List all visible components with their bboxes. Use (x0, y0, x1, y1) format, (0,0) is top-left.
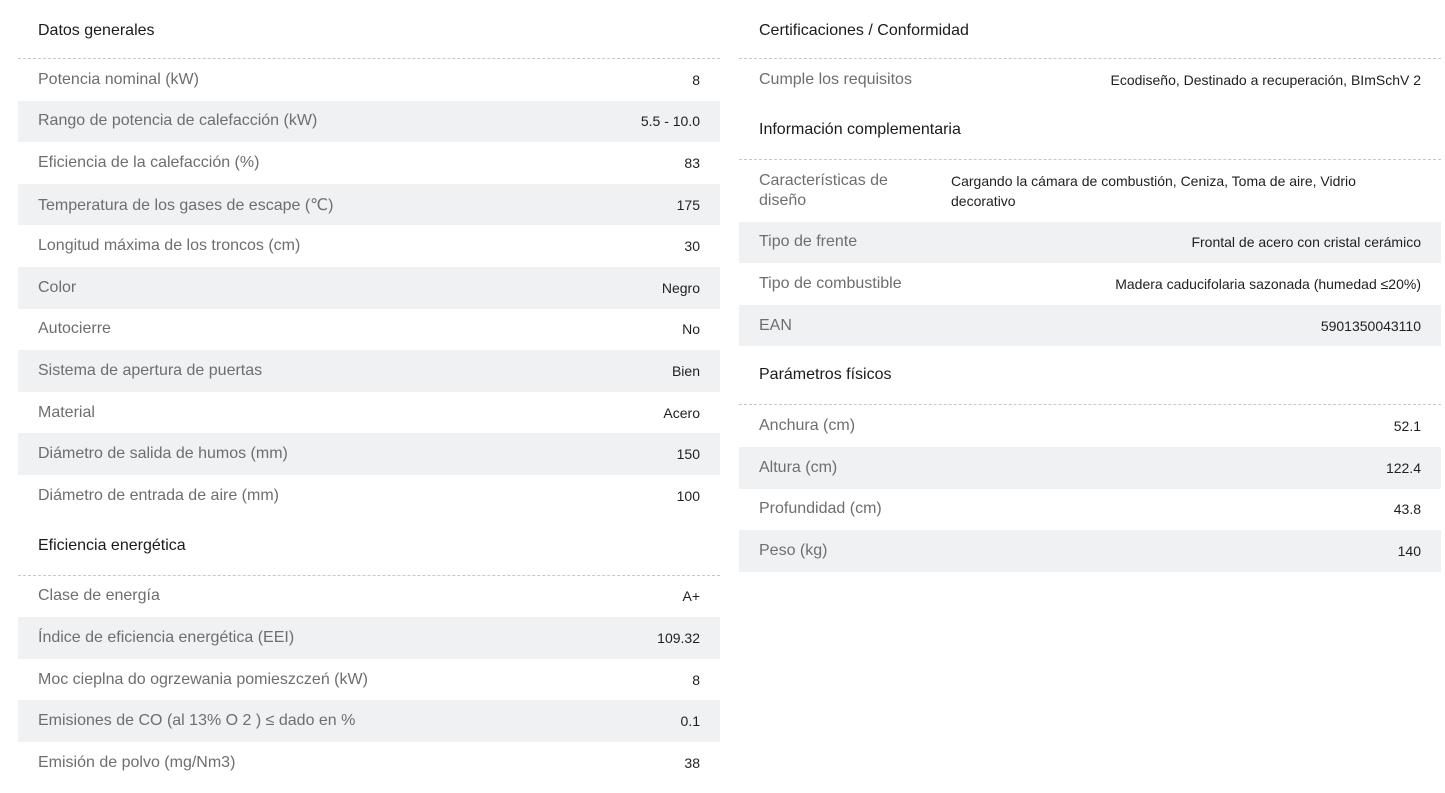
spec-page: Datos generales Potencia nominal (kW) 8 … (0, 0, 1445, 793)
spec-row: Peso (kg) 140 (739, 530, 1441, 572)
spec-value: Acero (663, 404, 700, 421)
spec-value: 5901350043110 (1320, 317, 1421, 334)
spec-label: Diámetro de entrada de aire (mm) (38, 486, 279, 504)
spec-row: Eficiencia de la calefacción (%) 83 (18, 142, 720, 184)
spec-row: Anchura (cm) 52.1 (739, 405, 1441, 447)
spec-row: Clase de energía A+ (18, 576, 720, 618)
spec-value: 43.8 (1393, 501, 1421, 518)
spec-value: Negro (661, 279, 700, 296)
spec-label: Peso (kg) (759, 541, 828, 559)
spec-label: Potencia nominal (kW) (38, 70, 199, 88)
spec-value: 109.32 (657, 629, 700, 646)
spec-row: Altura (cm) 122.4 (739, 446, 1441, 489)
spec-row: Sistema de apertura de puertas Bien (18, 350, 720, 392)
section-title-general: Datos generales (18, 0, 720, 59)
spec-row: Rango de potencia de calefacción (kW) 5.… (18, 100, 720, 143)
spec-label: Emisiones de CO (al 13% O 2 ) ≤ dado en … (38, 712, 356, 730)
section-title-energy: Eficiencia energética (18, 517, 720, 576)
spec-row: Autocierre No (18, 309, 720, 351)
spec-label: Rango de potencia de calefacción (kW) (38, 112, 318, 130)
spec-value: Cargando la cámara de combustión, Ceniza… (951, 172, 1356, 209)
spec-label: Tipo de combustible (759, 274, 902, 292)
spec-label: Eficiencia de la calefacción (%) (38, 153, 260, 171)
spec-value: 5.5 - 10.0 (640, 113, 700, 130)
spec-value: No (682, 321, 700, 338)
spec-value: A+ (682, 588, 700, 605)
spec-row: Diámetro de salida de humos (mm) 150 (18, 433, 720, 475)
spec-column-left: Datos generales Potencia nominal (kW) 8 … (18, 0, 720, 784)
spec-label: Diámetro de salida de humos (mm) (38, 445, 288, 463)
spec-label: Temperatura de los gases de escape (℃) (38, 196, 334, 214)
spec-label: Tipo de frente (759, 233, 858, 251)
spec-value: 8 (692, 71, 700, 88)
spec-value: Madera caducifolaria sazonada (humedad ≤… (1115, 275, 1421, 292)
spec-label: Emisión de polvo (mg/Nm3) (38, 753, 236, 771)
spec-label: Autocierre (38, 320, 111, 338)
spec-row: Profundidad (cm) 43.8 (739, 489, 1441, 531)
spec-row: Potencia nominal (kW) 8 (18, 59, 720, 101)
spec-label: Moc cieplna do ogrzewania pomieszczeń (k… (38, 670, 368, 688)
spec-value: Bien (671, 362, 700, 379)
spec-value: 140 (1397, 542, 1421, 559)
spec-label: Longitud máxima de los troncos (cm) (38, 237, 301, 255)
spec-label: Cumple los requisitos (759, 70, 912, 88)
spec-value: 100 (676, 487, 700, 504)
spec-row: Cumple los requisitos Ecodiseño, Destina… (739, 59, 1441, 101)
spec-label: Profundidad (cm) (759, 500, 882, 518)
spec-column-right: Certificaciones / Conformidad Cumple los… (739, 0, 1441, 572)
spec-row: Emisión de polvo (mg/Nm3) 38 (18, 742, 720, 784)
spec-row: Longitud máxima de los troncos (cm) 30 (18, 225, 720, 267)
spec-row: Moc cieplna do ogrzewania pomieszczeń (k… (18, 659, 720, 701)
section-title-certifications: Certificaciones / Conformidad (739, 0, 1441, 59)
spec-label: Clase de energía (38, 587, 160, 605)
spec-label: Color (38, 278, 77, 296)
spec-label: Altura (cm) (759, 458, 838, 476)
spec-value: 0.1 (680, 713, 700, 730)
spec-value: 83 (684, 154, 700, 171)
spec-label: Índice de eficiencia energética (EEI) (38, 628, 295, 646)
spec-value: 122.4 (1385, 459, 1421, 476)
spec-value: 175 (676, 196, 700, 213)
spec-row: Emisiones de CO (al 13% O 2 ) ≤ dado en … (18, 700, 720, 742)
spec-row: Características de diseño Cargando la cá… (739, 160, 1441, 222)
spec-label: Características de diseño (759, 171, 888, 209)
spec-value: Frontal de acero con cristal cerámico (1191, 234, 1421, 251)
spec-value: 38 (684, 754, 700, 771)
spec-row: Temperatura de los gases de escape (℃) 1… (18, 183, 720, 226)
spec-row: Color Negro (18, 266, 720, 309)
spec-value: Ecodiseño, Destinado a recuperación, BIm… (1110, 71, 1421, 88)
spec-label: Material (38, 403, 95, 421)
spec-value: 52.1 (1393, 418, 1421, 435)
spec-row: Tipo de combustible Madera caducifolaria… (739, 263, 1441, 305)
spec-row: Material Acero (18, 392, 720, 434)
spec-row: EAN 5901350043110 (739, 304, 1441, 347)
spec-value: 8 (692, 671, 700, 688)
spec-label: Sistema de apertura de puertas (38, 361, 263, 379)
spec-row: Índice de eficiencia energética (EEI) 10… (18, 617, 720, 659)
spec-row: Diámetro de entrada de aire (mm) 100 (18, 475, 720, 517)
spec-label: EAN (759, 316, 792, 334)
spec-value: 150 (676, 446, 700, 463)
spec-row: Tipo de frente Frontal de acero con cris… (739, 221, 1441, 264)
spec-label: Anchura (cm) (759, 417, 856, 435)
section-title-complementary: Información complementaria (739, 101, 1441, 160)
section-title-physical: Parámetros físicos (739, 346, 1441, 406)
spec-value: 30 (684, 238, 700, 255)
